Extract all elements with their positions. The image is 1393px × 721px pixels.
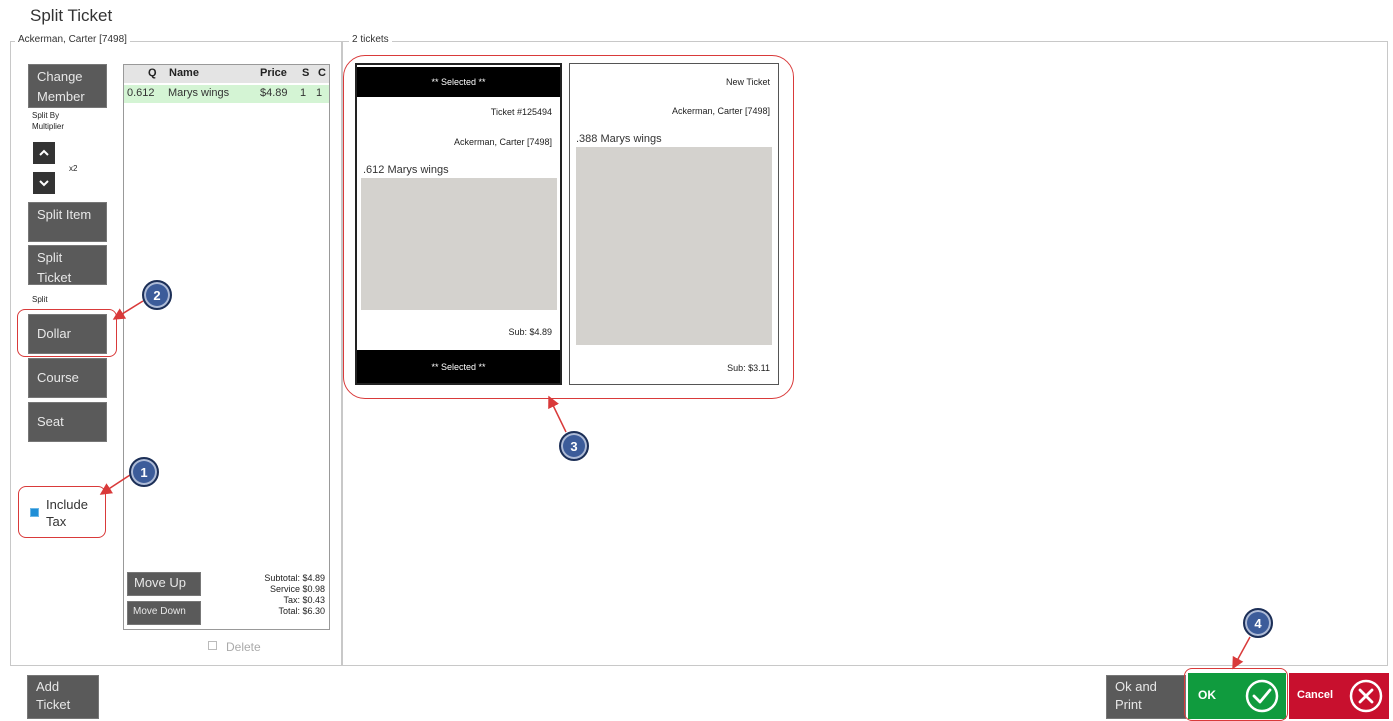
split-by-multiplier-label: Split By Multiplier: [32, 111, 65, 131]
table-row[interactable]: 0.612 Marys wings $4.89 1 1: [124, 85, 329, 103]
annotation-box-dollar: [17, 309, 117, 357]
delete-label: Delete: [226, 640, 261, 654]
annotation-badge-1: 1: [129, 457, 159, 487]
multiplier-value: x2: [69, 164, 78, 173]
multiplier-up-button[interactable]: [33, 142, 55, 164]
annotation-badge-2: 2: [142, 280, 172, 310]
col-c: C: [318, 67, 326, 79]
row-price: $4.89: [260, 87, 288, 99]
annotation-badge-4: 4: [1243, 608, 1273, 638]
split-label: Split: [32, 295, 48, 304]
annotation-box-ok: [1184, 668, 1288, 721]
row-c: 1: [316, 87, 323, 99]
row-s: 1: [300, 87, 307, 99]
annotation-box-include-tax: [18, 486, 106, 538]
tax-value: $0.43: [302, 595, 325, 605]
ticket-items-list: Q Name Price S C 0.612 Marys wings $4.89…: [123, 64, 330, 630]
close-circle-icon: [1349, 679, 1383, 713]
split-ticket-button[interactable]: Split Ticket: [28, 245, 107, 285]
service-value: $0.98: [302, 584, 325, 594]
multiplier-down-button[interactable]: [33, 172, 55, 194]
col-name: Name: [169, 67, 199, 79]
chevron-down-icon: [39, 180, 49, 187]
add-ticket-button[interactable]: Add Ticket: [27, 675, 99, 719]
subtotal-label: Subtotal:: [264, 573, 300, 583]
move-up-button[interactable]: Move Up: [127, 572, 201, 596]
tickets-group-legend: 2 tickets: [349, 34, 392, 45]
total-label: Total:: [278, 606, 300, 616]
member-group-legend: Ackerman, Carter [7498]: [15, 34, 130, 45]
split-item-button[interactable]: Split Item: [28, 202, 107, 242]
row-name: Marys wings: [168, 87, 230, 99]
row-q: 0.612: [127, 87, 155, 99]
cancel-label: Cancel: [1297, 689, 1334, 701]
annotation-badge-3: 3: [559, 431, 589, 461]
col-s: S: [302, 67, 310, 79]
total-value: $6.30: [302, 606, 325, 616]
chevron-up-icon: [39, 149, 49, 156]
move-down-button[interactable]: Move Down: [127, 601, 201, 625]
window-title: Split Ticket: [30, 6, 113, 25]
totals-block: Subtotal: $4.89 Service $0.98 Tax: $0.43…: [264, 573, 325, 617]
service-label: Service: [269, 584, 300, 594]
cancel-button[interactable]: Cancel: [1289, 673, 1389, 719]
col-price: Price: [260, 67, 287, 79]
split-course-button[interactable]: Course: [28, 358, 107, 398]
annotation-box-tickets: [343, 55, 794, 399]
delete-checkbox-box: [208, 641, 217, 650]
tax-label: Tax:: [283, 595, 300, 605]
col-q: Q: [148, 67, 157, 79]
split-seat-button[interactable]: Seat: [28, 402, 107, 442]
items-header: Q Name Price S C: [124, 65, 329, 83]
subtotal-value: $4.89: [302, 573, 325, 583]
delete-checkbox[interactable]: Delete: [208, 640, 278, 656]
change-member-button[interactable]: Change Member: [28, 64, 107, 108]
ok-and-print-button[interactable]: Ok and Print: [1106, 675, 1186, 719]
